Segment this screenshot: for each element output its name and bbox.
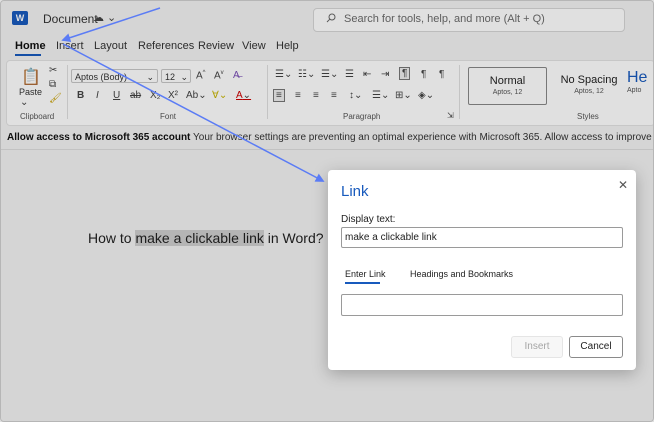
tab-enter-link[interactable]: Enter Link: [345, 269, 386, 279]
cancel-button[interactable]: Cancel: [569, 336, 623, 358]
link-dialog: Link ✕ Display text: make a clickable li…: [328, 170, 636, 370]
link-address-input[interactable]: [341, 294, 623, 316]
dialog-title: Link: [341, 183, 369, 200]
tab-headings-bookmarks[interactable]: Headings and Bookmarks: [410, 269, 513, 279]
display-text-label: Display text:: [341, 214, 396, 225]
display-text-input[interactable]: make a clickable link: [341, 227, 623, 248]
active-dialog-tab-indicator: [345, 282, 380, 284]
insert-button[interactable]: Insert: [511, 336, 563, 358]
close-icon[interactable]: ✕: [618, 178, 628, 192]
